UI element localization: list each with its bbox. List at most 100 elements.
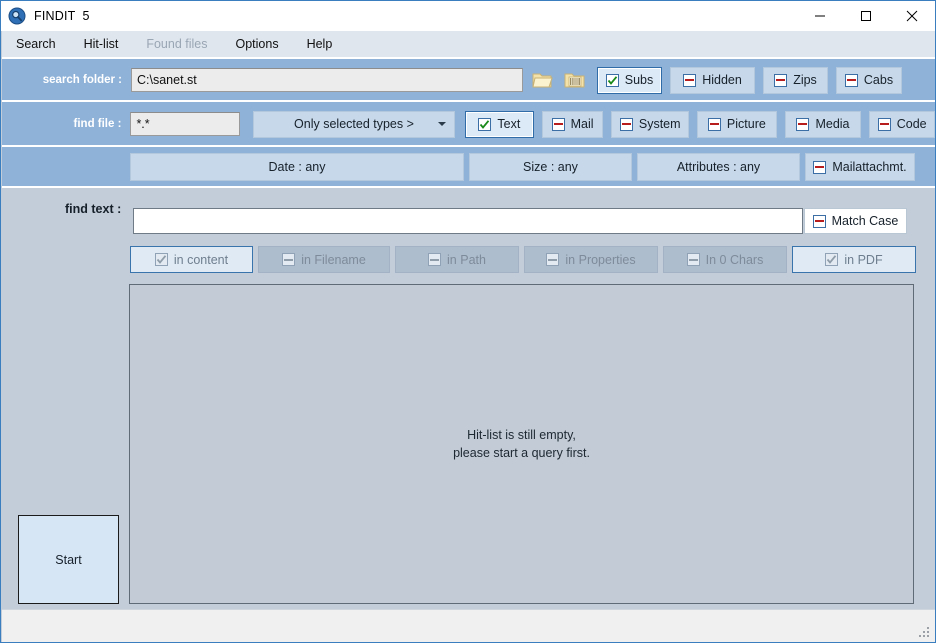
toggle-in-path[interactable]: in Path xyxy=(395,246,519,273)
window-title: FINDIT xyxy=(34,9,76,23)
toggle-match-case[interactable]: Match Case xyxy=(804,208,907,234)
filters-row: Date : any Size : any Attributes : any M… xyxy=(2,152,935,182)
checkbox-excluded-icon xyxy=(683,73,697,87)
toggle-mailattachment[interactable]: Mailattachmt. xyxy=(805,153,915,181)
toggle-hidden-label: Hidden xyxy=(702,73,742,87)
start-button[interactable]: Start xyxy=(18,515,119,604)
menu-item-options[interactable]: Options xyxy=(235,37,278,51)
filter-panel: search folder : C:\sanet.st Subs Hidden … xyxy=(2,57,935,188)
checkbox-excluded-icon xyxy=(813,160,827,174)
checkbox-excluded-icon xyxy=(877,117,891,131)
magnifier-icon xyxy=(8,7,26,25)
menu-item-search[interactable]: Search xyxy=(16,37,56,51)
checkbox-excluded-icon xyxy=(619,117,633,131)
toggle-in-chars[interactable]: In 0 Chars xyxy=(663,246,787,273)
toggle-match-case-label: Match Case xyxy=(831,214,899,228)
maximize-icon[interactable] xyxy=(843,1,889,31)
hit-list-empty-line1: Hit-list is still empty, xyxy=(467,428,576,442)
toggle-mail-label: Mail xyxy=(570,117,594,131)
status-bar xyxy=(2,609,935,642)
start-button-label: Start xyxy=(55,552,82,567)
toggle-in-content-label: in content xyxy=(173,252,229,267)
toggle-in-pdf-label: in PDF xyxy=(844,252,883,267)
toggle-media-label: Media xyxy=(815,117,850,131)
minimize-icon[interactable] xyxy=(797,1,843,31)
row-separator-1 xyxy=(2,100,935,102)
menu-item-hit-list[interactable]: Hit-list xyxy=(84,37,119,51)
title-bar: FINDIT 5 xyxy=(1,1,935,31)
toggle-text-label: Text xyxy=(497,117,521,131)
close-icon[interactable] xyxy=(889,1,935,31)
toggle-mailattachment-label: Mailattachmt. xyxy=(832,160,907,174)
toggle-in-properties-label: in Properties xyxy=(565,252,636,267)
toggle-code[interactable]: Code xyxy=(869,110,935,138)
checkbox-checked-icon xyxy=(605,73,619,87)
find-file-input[interactable]: *.* xyxy=(130,112,240,136)
findit-window: FINDIT 5 Search Hit-list Found files Opt… xyxy=(0,0,936,643)
toggle-hidden[interactable]: Hidden xyxy=(670,66,755,94)
search-folder-label: search folder : xyxy=(42,74,122,86)
date-filter-button[interactable]: Date : any xyxy=(130,153,464,181)
toggle-zips-label: Zips xyxy=(793,73,817,87)
checkbox-excluded-icon xyxy=(774,73,788,87)
toggle-subs-label: Subs xyxy=(624,73,654,87)
checkbox-excluded-disabled-icon xyxy=(282,253,296,266)
checkbox-excluded-icon xyxy=(707,117,721,131)
window-version: 5 xyxy=(82,9,90,23)
toggle-subs[interactable]: Subs xyxy=(597,66,662,94)
search-body: find text : Match Case in content in Fil… xyxy=(2,188,935,609)
chevron-down-icon xyxy=(438,122,446,126)
toggle-text[interactable]: Text xyxy=(465,110,534,138)
toggle-picture[interactable]: Picture xyxy=(697,110,777,138)
hit-list-empty-line2: please start a query first. xyxy=(453,446,590,460)
checkbox-excluded-icon xyxy=(844,73,858,87)
toggle-in-path-label: in Path xyxy=(447,252,486,267)
size-filter-label: Size : any xyxy=(523,160,578,174)
open-folder-icon[interactable] xyxy=(530,67,556,93)
checkbox-checked-disabled-icon xyxy=(154,253,168,266)
find-file-row: find file : *.* Only selected types > Te… xyxy=(2,107,935,141)
menu-item-found-files: Found files xyxy=(146,37,208,51)
toggle-system[interactable]: System xyxy=(611,110,690,138)
find-text-label: find text : xyxy=(65,202,122,216)
toggle-in-pdf[interactable]: in PDF xyxy=(792,246,916,273)
date-filter-label: Date : any xyxy=(268,160,326,174)
size-filter-button[interactable]: Size : any xyxy=(469,153,632,181)
file-types-dropdown-value: Only selected types > xyxy=(294,117,414,131)
toggle-in-content[interactable]: in content xyxy=(130,246,253,273)
resize-grip-icon[interactable] xyxy=(918,626,931,639)
toggle-in-filename[interactable]: in Filename xyxy=(258,246,390,273)
checkbox-excluded-disabled-icon xyxy=(428,253,442,266)
toggle-mail[interactable]: Mail xyxy=(541,110,604,138)
checkbox-excluded-icon xyxy=(796,117,810,131)
checkbox-excluded-disabled-icon xyxy=(686,253,700,266)
toggle-in-properties[interactable]: in Properties xyxy=(524,246,658,273)
checkbox-excluded-disabled-icon xyxy=(546,253,560,266)
row-separator-top xyxy=(2,57,935,59)
find-text-input[interactable] xyxy=(133,208,803,234)
toggle-in-chars-label: In 0 Chars xyxy=(705,252,764,267)
window-controls xyxy=(797,1,935,31)
attributes-filter-button[interactable]: Attributes : any xyxy=(637,153,800,181)
search-folder-row: search folder : C:\sanet.st Subs Hidden … xyxy=(2,63,935,97)
hit-list-panel[interactable]: Hit-list is still empty, please start a … xyxy=(129,284,914,604)
toggle-in-filename-label: in Filename xyxy=(301,252,366,267)
menu-item-help[interactable]: Help xyxy=(307,37,333,51)
toggle-cabs[interactable]: Cabs xyxy=(836,66,902,94)
row-separator-2 xyxy=(2,145,935,147)
checkbox-excluded-icon xyxy=(812,214,826,228)
menu-bar: Search Hit-list Found files Options Help xyxy=(2,31,935,57)
attributes-filter-label: Attributes : any xyxy=(676,160,761,174)
toggle-picture-label: Picture xyxy=(726,117,766,131)
checkbox-checked-icon xyxy=(478,117,492,131)
checkbox-checked-disabled-icon xyxy=(825,253,839,266)
checkbox-excluded-icon xyxy=(551,117,565,131)
file-types-dropdown[interactable]: Only selected types > xyxy=(252,110,455,138)
folder-list-icon[interactable] xyxy=(562,67,588,93)
toggle-media[interactable]: Media xyxy=(784,110,862,138)
toggle-code-label: Code xyxy=(896,117,927,131)
search-folder-input[interactable]: C:\sanet.st xyxy=(131,68,523,92)
hit-list-empty-message: Hit-list is still empty, please start a … xyxy=(453,426,590,462)
toggle-cabs-label: Cabs xyxy=(863,73,894,87)
toggle-zips[interactable]: Zips xyxy=(763,66,828,94)
